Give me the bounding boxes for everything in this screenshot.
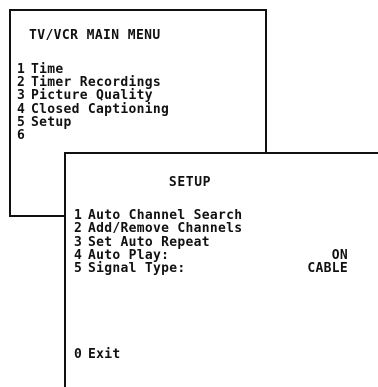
setup-menu-title: SETUP bbox=[168, 175, 212, 190]
main-menu-item-setup[interactable]: 5 Setup bbox=[17, 116, 169, 129]
menu-screen: TV/VCR MAIN MENU 1 Time 2 Timer Recordings… bbox=[0, 0, 378, 387]
menu-item-number: 4 bbox=[74, 247, 83, 263]
menu-item-label: Signal Type: bbox=[88, 261, 186, 277]
main-menu-title: TV/VCR MAIN MENU bbox=[29, 28, 161, 43]
menu-item-number: 2 bbox=[74, 221, 83, 237]
main-menu-item-6[interactable]: 6 bbox=[17, 129, 169, 142]
setup-menu-list: 1 Auto Channel Search 2 Add/Remove Channel… bbox=[74, 208, 364, 277]
setup-item-auto-play[interactable]: 4 Auto Play: ON bbox=[74, 247, 364, 263]
setup-item-set-auto-repeat[interactable]: 3 Set Auto Repeat bbox=[74, 234, 364, 250]
setup-item-add-remove-channels[interactable]: 2 Add/Remove Channels bbox=[74, 221, 364, 237]
menu-item-number: 0 bbox=[74, 347, 83, 362]
exit-label: Exit bbox=[88, 347, 121, 362]
menu-item-number: 1 bbox=[74, 208, 83, 223]
setup-item-auto-channel-search[interactable]: 1 Auto Channel Search bbox=[74, 208, 364, 223]
setup-exit-item[interactable]: 0 Exit bbox=[74, 347, 121, 362]
auto-play-value: ON bbox=[331, 247, 348, 263]
menu-item-label: Setup bbox=[31, 114, 72, 130]
menu-item-number: 3 bbox=[17, 88, 26, 104]
setup-item-signal-type[interactable]: 5 Signal Type: CABLE bbox=[74, 261, 364, 277]
menu-item-number: 6 bbox=[17, 128, 26, 144]
menu-item-number: 3 bbox=[74, 234, 83, 250]
main-menu-list: 1 Time 2 Timer Recordings 3 Picture Quality… bbox=[17, 63, 169, 142]
signal-type-value: CABLE bbox=[307, 261, 348, 277]
setup-menu-panel: SETUP 1 Auto Channel Search 2 Add/Remove C… bbox=[64, 152, 378, 387]
menu-item-number: 5 bbox=[74, 261, 83, 277]
menu-item-number: 4 bbox=[17, 101, 26, 117]
